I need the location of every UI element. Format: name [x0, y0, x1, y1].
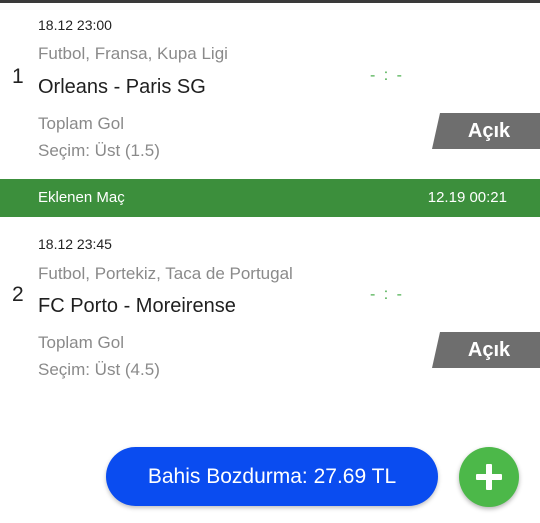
- match-teams: Orleans - Paris SG: [38, 76, 206, 98]
- bet-item-2[interactable]: 2 18.12 23:45 Futbol, Portekiz, Taca de …: [0, 219, 540, 399]
- cashout-button[interactable]: Bahis Bozdurma: 27.69 TL: [106, 447, 438, 506]
- plus-icon: [476, 464, 502, 490]
- match-score: - : -: [370, 67, 404, 84]
- status-badge: Açık: [432, 332, 540, 368]
- bet-market: Toplam Gol: [38, 333, 124, 352]
- match-teams: FC Porto - Moreirense: [38, 295, 236, 317]
- match-score: - : -: [370, 286, 404, 303]
- match-datetime: 18.12 23:45: [38, 236, 112, 252]
- added-match-label: Eklenen Maç: [38, 189, 125, 206]
- bet-number: 2: [12, 283, 24, 306]
- bet-selection: Seçim: Üst (4.5): [38, 360, 160, 379]
- bet-number: 1: [12, 65, 24, 88]
- match-league: Futbol, Portekiz, Taca de Portugal: [38, 264, 293, 283]
- status-badge: Açık: [432, 113, 540, 149]
- added-match-time: 12.19 00:21: [427, 189, 507, 206]
- match-datetime: 18.12 23:00: [38, 17, 112, 33]
- bet-item-1[interactable]: 1 18.12 23:00 Futbol, Fransa, Kupa Ligi …: [0, 0, 540, 180]
- add-button[interactable]: [459, 447, 519, 507]
- added-match-bar: Eklenen Maç 12.19 00:21: [0, 179, 540, 217]
- match-league: Futbol, Fransa, Kupa Ligi: [38, 44, 228, 63]
- bet-selection: Seçim: Üst (1.5): [38, 141, 160, 160]
- bet-market: Toplam Gol: [38, 114, 124, 133]
